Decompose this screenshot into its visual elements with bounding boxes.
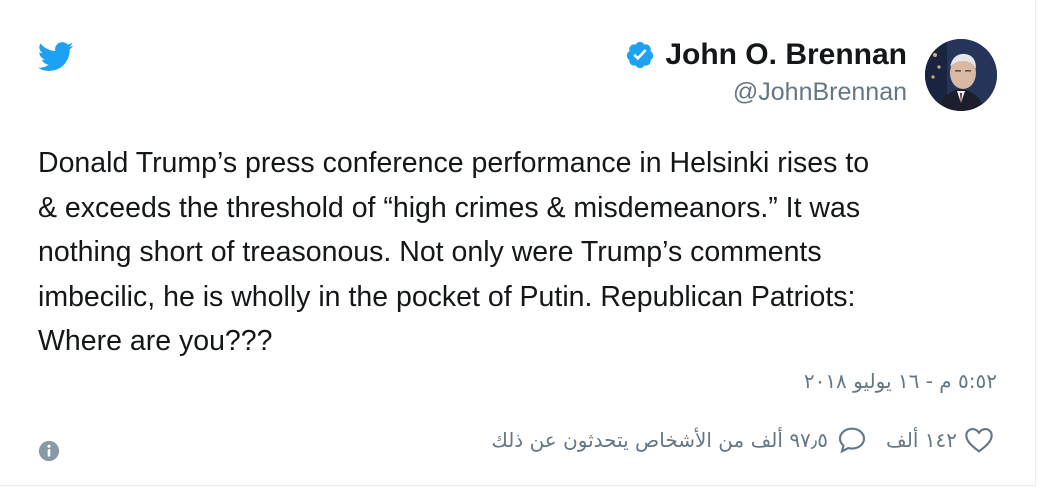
reply-bubble-icon — [838, 427, 866, 454]
tweet-card: John O. Brennan @JohnBrennan Donald Trum… — [0, 0, 1036, 486]
info-icon[interactable] — [38, 440, 60, 462]
display-name-row[interactable]: John O. Brennan — [625, 36, 907, 74]
heart-icon — [965, 427, 993, 453]
talking-count: ٩٧٫٥ ألف من الأشخاص يتحدثون عن ذلك — [491, 428, 829, 452]
author-names: John O. Brennan @JohnBrennan — [625, 36, 907, 107]
tweet-actions: ١٤٢ ألف ٩٧٫٥ ألف من الأشخاص يتحدثون عن ذ… — [491, 424, 995, 456]
tweet-header: John O. Brennan @JohnBrennan — [625, 36, 997, 111]
like-button[interactable]: ١٤٢ ألف — [886, 424, 995, 456]
like-count: ١٤٢ ألف — [886, 428, 957, 452]
twitter-bird-icon[interactable] — [38, 42, 74, 72]
author-handle[interactable]: @JohnBrennan — [733, 78, 907, 107]
author-display-name[interactable]: John O. Brennan — [665, 38, 907, 72]
verified-badge-icon — [627, 41, 654, 69]
tweet-timestamp[interactable]: ٥:٥٢ م - ١٦ يوليو ٢٠١٨ — [804, 369, 997, 393]
tweet-text: Donald Trump’s press conference performa… — [38, 147, 870, 357]
reply-button[interactable]: ٩٧٫٥ ألف من الأشخاص يتحدثون عن ذلك — [491, 424, 868, 456]
avatar[interactable] — [925, 39, 997, 111]
user-avatar-icon — [925, 39, 997, 111]
